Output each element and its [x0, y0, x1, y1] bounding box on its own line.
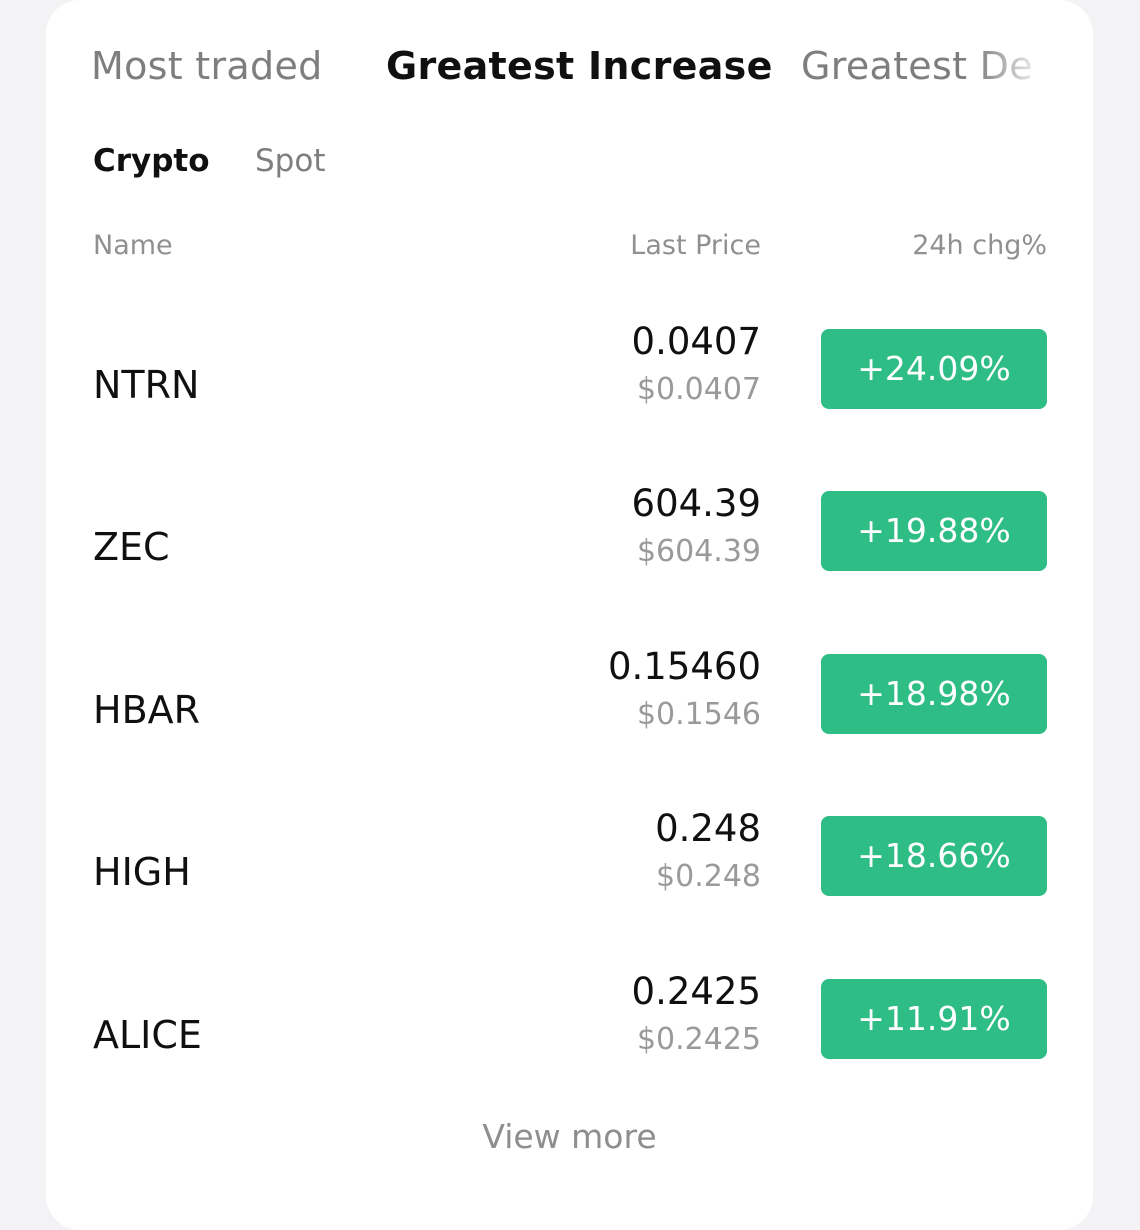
tab-greatest-increase[interactable]: Greatest Increase	[386, 44, 773, 88]
column-header-last-price: Last Price	[630, 230, 761, 261]
fiat-price: $0.248	[656, 859, 761, 894]
fiat-price: $0.1546	[636, 697, 761, 732]
change-badge[interactable]: +24.09%	[821, 329, 1047, 409]
last-price: 0.248	[655, 807, 761, 850]
coin-symbol: ALICE	[93, 1013, 202, 1057]
fiat-price: $604.39	[636, 534, 761, 569]
change-badge[interactable]: +19.88%	[821, 491, 1047, 571]
last-price: 604.39	[631, 482, 761, 525]
subtab-crypto[interactable]: Crypto	[93, 143, 210, 179]
market-movers-card: Most traded Greatest Increase Greatest D…	[46, 0, 1093, 1230]
table-row[interactable]: ZEC 604.39 $604.39 +19.88%	[46, 482, 1093, 644]
last-price: 0.15460	[607, 645, 761, 688]
last-price: 0.0407	[631, 320, 761, 363]
change-badge[interactable]: +18.98%	[821, 654, 1047, 734]
subtab-spot[interactable]: Spot	[255, 143, 325, 179]
ranking-tabs: Most traded Greatest Increase Greatest D…	[91, 44, 1046, 104]
column-header-name: Name	[93, 230, 173, 261]
table-row[interactable]: HBAR 0.15460 $0.1546 +18.98%	[46, 645, 1093, 807]
table-row[interactable]: NTRN 0.0407 $0.0407 +24.09%	[46, 320, 1093, 482]
tabs-fade-overlay	[976, 44, 1046, 104]
table-row[interactable]: ALICE 0.2425 $0.2425 +11.91%	[46, 970, 1093, 1132]
column-header-change: 24h chg%	[912, 230, 1047, 261]
fiat-price: $0.0407	[636, 372, 761, 407]
coin-symbol: ZEC	[93, 525, 170, 569]
view-more-link[interactable]: View more	[46, 1117, 1093, 1156]
coin-symbol: NTRN	[93, 363, 200, 407]
tab-most-traded[interactable]: Most traded	[91, 44, 323, 88]
fiat-price: $0.2425	[636, 1022, 761, 1057]
last-price: 0.2425	[631, 970, 761, 1013]
change-badge[interactable]: +11.91%	[821, 979, 1047, 1059]
change-badge[interactable]: +18.66%	[821, 816, 1047, 896]
coin-symbol: HBAR	[93, 688, 201, 732]
coin-symbol: HIGH	[93, 850, 191, 894]
table-row[interactable]: HIGH 0.248 $0.248 +18.66%	[46, 807, 1093, 969]
